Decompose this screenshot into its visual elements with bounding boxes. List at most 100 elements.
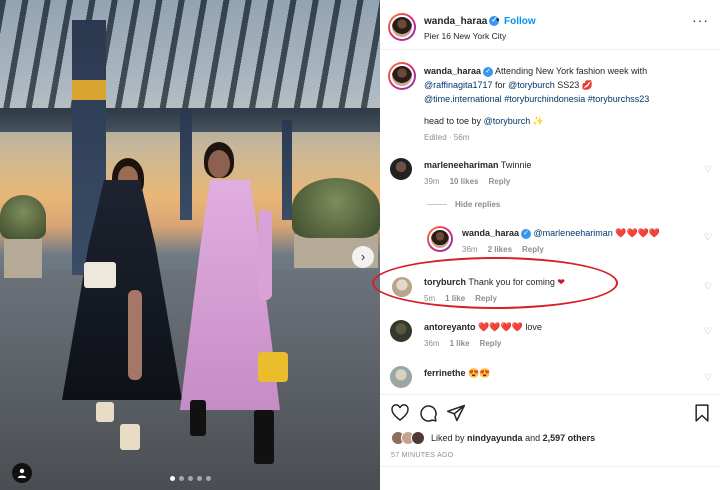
comment-likes[interactable]: 1 like: [450, 339, 470, 348]
posted-time[interactable]: 57 MINUTES AGO: [391, 452, 454, 459]
liked-by-and: and: [525, 433, 541, 443]
heart-icon[interactable]: ♡: [704, 372, 712, 383]
reply-time: 36m: [462, 245, 478, 254]
comment-username[interactable]: ferrinethe: [424, 368, 466, 378]
comment-body: 😍😍: [468, 368, 491, 378]
person-right-boot: [190, 400, 206, 436]
hashtag-link[interactable]: #toryburchindonesia: [504, 94, 585, 104]
comment-text: antoreyanto ❤️❤️❤️❤️ love: [424, 320, 542, 334]
mention-link[interactable]: @raffinagita1717: [424, 80, 493, 90]
caption-line3-text: head to toe by: [424, 116, 482, 126]
comment-username[interactable]: marleneehariman: [424, 160, 499, 170]
mention-link[interactable]: @toryburch: [484, 116, 531, 126]
verified-icon: ✓: [483, 66, 494, 77]
more-options-button[interactable]: ···: [692, 12, 709, 28]
divider-line: [427, 204, 447, 205]
caption-emoji: 💋: [581, 80, 594, 90]
likes-count[interactable]: 2,597 others: [543, 433, 596, 443]
comment-username[interactable]: antoreyanto: [424, 322, 476, 332]
caption-sparkle: ✨: [532, 116, 544, 126]
caption-username[interactable]: wanda_haraa: [424, 66, 481, 76]
comment-body: love: [525, 322, 542, 332]
liked-by-prefix: Liked by: [431, 433, 465, 443]
white-handbag: [84, 262, 116, 288]
reply-likes[interactable]: 2 likes: [488, 245, 512, 254]
person-left-sandal-2: [96, 402, 114, 422]
tag-person-icon[interactable]: [12, 463, 32, 483]
reply-avatar[interactable]: [427, 226, 453, 252]
reply-username[interactable]: wanda_haraa: [462, 228, 519, 238]
caption-avatar[interactable]: [388, 62, 416, 90]
highlight-circle: [372, 257, 618, 309]
reply-text: wanda_haraa ✓ @marleneehariman ❤️❤️❤️❤️: [462, 226, 660, 240]
reply-button[interactable]: Reply: [480, 339, 502, 348]
share-icon[interactable]: [446, 403, 466, 423]
post-side-panel: wanda_haraa ✓ • Follow Pier 16 New York C…: [380, 0, 720, 490]
comment-avatar[interactable]: [390, 158, 412, 180]
comments-list: wanda_haraa ✓ Attending New York fashion …: [380, 50, 720, 390]
liked-by-user[interactable]: nindyayunda: [467, 433, 523, 443]
author-username[interactable]: wanda_haraa ✓: [424, 16, 500, 27]
post-actions-bar: [380, 394, 720, 428]
person-left-sandal: [120, 424, 140, 450]
post-header: wanda_haraa ✓ • Follow Pier 16 New York C…: [380, 0, 720, 50]
carousel-dot: [179, 476, 184, 481]
hide-replies-label[interactable]: Hide replies: [455, 200, 500, 209]
comment-time: 36m: [424, 339, 440, 348]
heart-icon[interactable]: ♡: [704, 232, 712, 243]
carousel-dot: [170, 476, 175, 481]
heart-icon[interactable]: ♡: [704, 281, 712, 292]
reply-body: ❤️❤️❤️❤️: [615, 228, 661, 238]
comment-meta: 36m 1 like Reply: [424, 339, 501, 348]
comment-text: marleneehariman Twinnie: [424, 158, 531, 172]
carousel-next-button[interactable]: ›: [352, 246, 374, 268]
comment-avatar[interactable]: [390, 366, 412, 388]
pillar-right: [282, 120, 292, 220]
heart-icon[interactable]: ♡: [704, 326, 712, 337]
caption-edited: Edited · 56m: [424, 133, 470, 142]
hide-replies-button[interactable]: Hide replies: [427, 200, 500, 209]
location-link[interactable]: Pier 16 New York City: [424, 31, 506, 41]
carousel-dot: [206, 476, 211, 481]
comment-time: 39m: [424, 177, 440, 186]
bookmark-icon[interactable]: [692, 403, 712, 423]
mention-link[interactable]: @marleneehariman: [534, 228, 613, 238]
add-comment-bar[interactable]: [380, 466, 720, 490]
author-username-text[interactable]: wanda_haraa: [424, 16, 487, 27]
liker-avatars[interactable]: [391, 431, 425, 445]
heart-icon[interactable]: ♡: [704, 164, 712, 175]
comment-likes[interactable]: 10 likes: [450, 177, 479, 186]
caption-for: for: [495, 80, 506, 90]
mention-link[interactable]: @toryburch: [508, 80, 555, 90]
person-right-head: [208, 150, 230, 178]
plant-right: [292, 178, 380, 238]
heart-icon[interactable]: [390, 403, 410, 423]
reply-meta: 36m 2 likes Reply: [462, 245, 544, 254]
author-avatar[interactable]: [388, 13, 416, 41]
person-right-boot-2: [254, 410, 274, 464]
follow-button[interactable]: Follow: [504, 16, 536, 27]
caption-line3: head to toe by @toryburch ✨: [424, 114, 544, 128]
post-photo[interactable]: ›: [0, 0, 380, 490]
carousel-dot: [188, 476, 193, 481]
comment-icon[interactable]: [418, 403, 438, 423]
caption-text: wanda_haraa ✓ Attending New York fashion …: [424, 64, 712, 106]
yellow-handbag: [258, 352, 288, 382]
comment-text: ferrinethe 😍😍: [424, 366, 490, 380]
reply-button[interactable]: Reply: [488, 177, 510, 186]
reply-button[interactable]: Reply: [522, 245, 544, 254]
comment-body: Twinnie: [500, 160, 532, 170]
caption-meta: Edited · 56m: [424, 133, 469, 142]
comment-meta: 39m 10 likes Reply: [424, 177, 510, 186]
caption-ss23: SS23: [557, 80, 580, 90]
person-right-sleeve: [258, 210, 272, 300]
caption-line1: Attending New York fashion week with: [495, 66, 648, 76]
carousel-dots: [170, 476, 211, 481]
mention-link[interactable]: @time.international: [424, 94, 502, 104]
separator-dot: •: [496, 15, 500, 26]
comment-emoji: ❤️❤️❤️❤️: [478, 322, 523, 332]
plant-left: [0, 195, 46, 239]
verified-icon: ✓: [521, 228, 532, 239]
comment-avatar[interactable]: [390, 320, 412, 342]
hashtag-link[interactable]: #toryburchss23: [588, 94, 650, 104]
